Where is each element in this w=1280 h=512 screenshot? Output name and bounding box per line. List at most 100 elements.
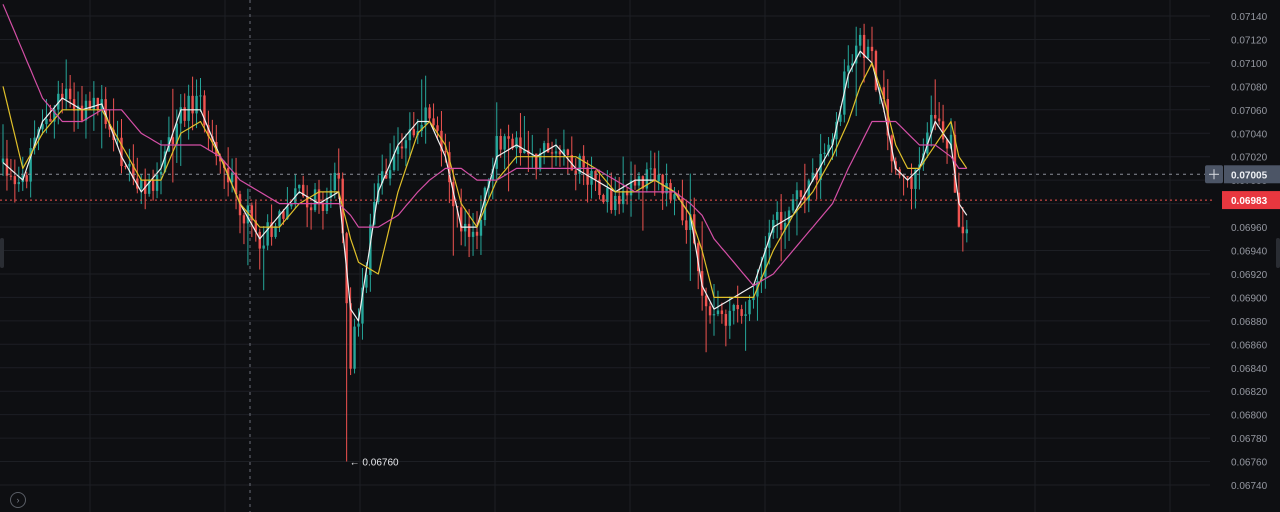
price-tick-label-16: 0.07060 — [1231, 106, 1268, 117]
candle-body-150 — [594, 170, 597, 180]
candle-body-143 — [566, 149, 570, 155]
candlestick-chart[interactable]: ← 0.06760 0.067400.067600.067800.068000.… — [0, 0, 1280, 512]
candle-body-16 — [65, 88, 68, 100]
candle-body-214 — [847, 65, 850, 72]
price-tick-label-14: 0.07020 — [1231, 153, 1268, 164]
candle-body-219 — [866, 46, 870, 59]
candle-body-189 — [748, 300, 751, 315]
price-tick-label-6: 0.06860 — [1231, 340, 1268, 351]
candle-body-182 — [720, 310, 724, 315]
price-tick-label-15: 0.07040 — [1231, 129, 1268, 140]
candle-body-22 — [88, 100, 92, 110]
candle-body-48 — [191, 95, 194, 114]
candle-body-47 — [187, 95, 190, 121]
candle-body-89 — [353, 326, 356, 369]
candle-body-185 — [732, 304, 735, 311]
candle-body-11 — [45, 118, 48, 125]
candle-body-197 — [779, 211, 783, 230]
price-tick-label-18: 0.07100 — [1231, 59, 1268, 70]
low-price-marker: ← 0.06760 — [350, 458, 399, 469]
price-tick-label-1: 0.06760 — [1231, 458, 1268, 469]
candle-body-65 — [258, 231, 261, 249]
price-axis[interactable]: 0.06740 0.06760 0.06780 0.06800 0.06820 0.068… — [1212, 0, 1280, 512]
chart-background — [0, 0, 1280, 512]
replay-icon[interactable]: › — [10, 492, 26, 508]
candle-body-180 — [712, 314, 716, 316]
price-tick-label-11: 0.06960 — [1231, 223, 1268, 234]
candle-body-17 — [68, 88, 72, 100]
candle-body-217 — [858, 34, 862, 46]
candle-body-131 — [519, 137, 522, 154]
candle-body-196 — [776, 211, 779, 220]
candle-body-50 — [199, 95, 202, 97]
candle-body-140 — [554, 151, 558, 154]
candle-body-127 — [503, 136, 506, 150]
candle-body-104 — [412, 129, 415, 136]
candle-body-173 — [685, 220, 688, 231]
candle-body-179 — [708, 306, 712, 316]
candle-body-109 — [432, 118, 435, 126]
candle-body-187 — [740, 309, 743, 316]
price-tick-label-5: 0.06840 — [1231, 364, 1268, 375]
candle-body-128 — [507, 136, 510, 139]
candle-body-155 — [614, 195, 617, 211]
candle-body-157 — [621, 190, 625, 205]
candle-body-67 — [266, 222, 269, 246]
candle-body-85 — [337, 172, 340, 179]
candle-body-98 — [388, 170, 392, 179]
candle-body-90 — [357, 323, 360, 327]
price-tick-label-19: 0.07120 — [1231, 35, 1268, 46]
candle-body-145 — [574, 170, 577, 174]
price-tick-label-2: 0.06780 — [1231, 434, 1268, 445]
price-tick-label-10: 0.06940 — [1231, 247, 1268, 258]
candle-body-38 — [151, 180, 155, 191]
candle-body-119 — [471, 231, 475, 237]
price-tick-label-7: 0.06880 — [1231, 317, 1268, 328]
candle-body-101 — [400, 146, 404, 149]
candle-body-69 — [274, 226, 277, 237]
candle-body-184 — [728, 310, 731, 326]
crosshair-price-label: 0.07005 — [1231, 170, 1268, 181]
candle-body-12 — [49, 118, 52, 122]
candle-body-108 — [428, 107, 431, 119]
left-resize-handle[interactable] — [0, 238, 4, 268]
candle-body-230 — [910, 176, 913, 189]
candle-body-118 — [467, 223, 471, 237]
candle-body-35 — [140, 179, 143, 189]
candle-body-121 — [479, 220, 483, 236]
candle-body-24 — [96, 97, 99, 111]
candle-body-23 — [92, 97, 96, 110]
candle-body-237 — [937, 118, 941, 122]
candle-body-112 — [444, 151, 447, 153]
candle-body-3 — [13, 176, 17, 185]
candle-body-181 — [716, 310, 720, 315]
candle-body-84 — [333, 172, 336, 191]
candle-body-161 — [637, 176, 641, 186]
candle-body-81 — [321, 203, 325, 211]
candle-body-107 — [424, 107, 427, 125]
candle-body-75 — [298, 184, 301, 189]
candle-body-220 — [870, 46, 874, 52]
candle-body-165 — [653, 168, 656, 182]
candle-body-243 — [961, 226, 965, 234]
price-tick-label-8: 0.06900 — [1231, 293, 1268, 304]
candle-body-244 — [965, 229, 968, 234]
candle-body-78 — [309, 207, 313, 211]
candle-body-138 — [546, 143, 550, 153]
candle-body-169 — [669, 183, 672, 200]
candle-body-186 — [736, 304, 739, 310]
price-tick-label-4: 0.06820 — [1231, 387, 1268, 398]
candle-body-125 — [495, 135, 498, 169]
candle-body-164 — [649, 168, 652, 170]
candle-body-43 — [171, 137, 175, 145]
candle-body-30 — [120, 137, 123, 167]
candle-body-152 — [602, 195, 605, 203]
candle-body-116 — [460, 207, 463, 232]
candle-body-139 — [550, 152, 554, 154]
candle-body-39 — [155, 174, 159, 191]
price-tick-label-9: 0.06920 — [1231, 270, 1268, 281]
candle-body-166 — [657, 174, 660, 182]
candle-body-4 — [17, 182, 20, 185]
candle-body-66 — [262, 245, 265, 249]
right-resize-handle[interactable] — [1276, 238, 1280, 268]
